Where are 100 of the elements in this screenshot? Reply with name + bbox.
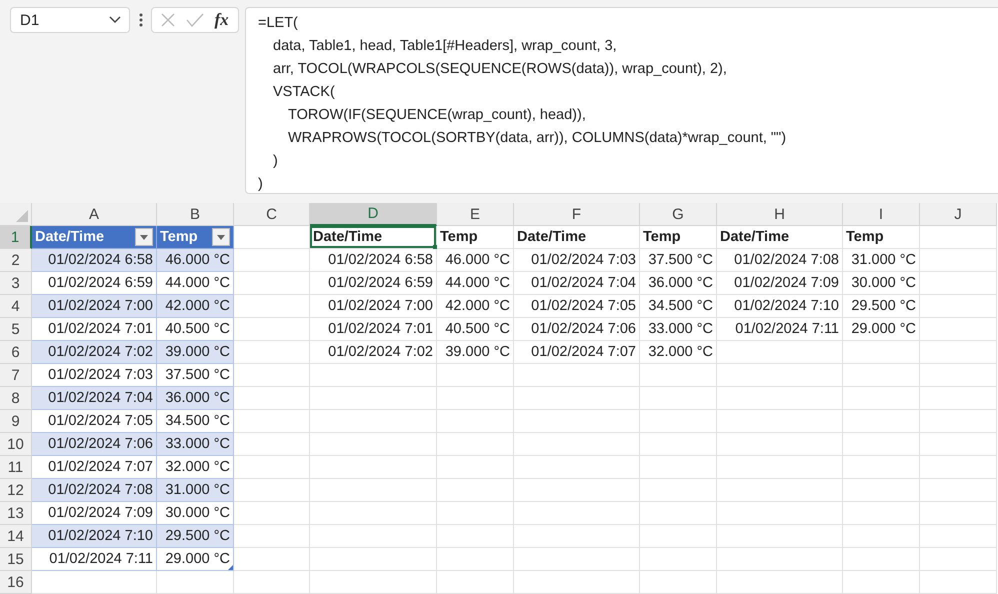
spill-cell: 34.500 °C xyxy=(640,295,717,318)
row-header[interactable]: 12 xyxy=(0,479,32,502)
header-cell: Date/Time xyxy=(514,226,640,249)
row-header[interactable]: 3 xyxy=(0,272,32,295)
spill-cell: 01/02/2024 7:10 xyxy=(717,295,843,318)
name-box[interactable]: D1 xyxy=(10,7,130,33)
spill-cell: 44.000 °C xyxy=(437,272,514,295)
spill-cell: 01/02/2024 6:58 xyxy=(310,249,437,272)
table-cell: 46.000 °C xyxy=(157,249,234,272)
column-header[interactable]: D xyxy=(310,203,437,226)
header-label: Date/Time xyxy=(35,229,104,245)
spill-cell: 01/02/2024 6:59 xyxy=(310,272,437,295)
spill-cell: 01/02/2024 7:04 xyxy=(514,272,640,295)
row-header[interactable]: 5 xyxy=(0,318,32,341)
row-header[interactable]: 4 xyxy=(0,295,32,318)
table-cell: 01/02/2024 6:58 xyxy=(32,249,157,272)
table-cell: 36.000 °C xyxy=(157,387,234,410)
spill-cell: 01/02/2024 7:00 xyxy=(310,295,437,318)
formula-line: TOROW(IF(SEQUENCE(wrap_count), head)), xyxy=(288,106,587,125)
table-cell: 01/02/2024 7:00 xyxy=(32,295,157,318)
column-header[interactable]: I xyxy=(843,203,920,226)
table-cell: 01/02/2024 6:59 xyxy=(32,272,157,295)
column-header[interactable]: B xyxy=(157,203,234,226)
row-header[interactable]: 14 xyxy=(0,525,32,548)
table-cell: 34.500 °C xyxy=(157,410,234,433)
column-header[interactable]: J xyxy=(920,203,997,226)
formula-line: WRAPROWS(TOCOL(SORTBY(data, arr)), COLUMNS(data)*wrap_count, "") xyxy=(288,129,788,148)
table-cell: 42.000 °C xyxy=(157,295,234,318)
spill-cell: 29.500 °C xyxy=(843,295,920,318)
table-cell: 01/02/2024 7:10 xyxy=(32,525,157,548)
dropdown-arrow-icon xyxy=(140,234,148,240)
row-header[interactable]: 6 xyxy=(0,341,32,364)
row-header[interactable]: 10 xyxy=(0,433,32,456)
row-header[interactable]: 7 xyxy=(0,364,32,387)
spill-cell: 01/02/2024 7:09 xyxy=(717,272,843,295)
row-header[interactable]: 13 xyxy=(0,502,32,525)
column-header[interactable]: C xyxy=(234,203,310,226)
table-cell: 37.500 °C xyxy=(157,364,234,387)
spill-cell: 40.500 °C xyxy=(437,318,514,341)
spill-cell: 29.000 °C xyxy=(843,318,920,341)
spill-cell: 01/02/2024 7:05 xyxy=(514,295,640,318)
header-cell: Date/Time xyxy=(717,226,843,249)
row-header[interactable]: 1 xyxy=(0,226,32,249)
cell-reference: D1 xyxy=(20,12,40,28)
formula-bar[interactable] xyxy=(245,7,998,194)
spill-cell: 39.000 °C xyxy=(437,341,514,364)
spill-cell: 01/02/2024 7:11 xyxy=(717,318,843,341)
spill-cell: 01/02/2024 7:02 xyxy=(310,341,437,364)
column-header[interactable]: A xyxy=(32,203,157,226)
table-cell: 01/02/2024 7:04 xyxy=(32,387,157,410)
column-header[interactable]: G xyxy=(640,203,717,226)
spill-cell: 01/02/2024 7:07 xyxy=(514,341,640,364)
table-cell: 29.000 °C xyxy=(157,548,234,571)
spill-cell: 01/02/2024 7:08 xyxy=(717,249,843,272)
spill-cell: 32.000 °C xyxy=(640,341,717,364)
row-header[interactable]: 16 xyxy=(0,571,32,594)
corner-triangle-icon xyxy=(16,210,28,222)
table-cell: 32.000 °C xyxy=(157,456,234,479)
chevron-down-icon[interactable] xyxy=(109,16,121,24)
table-cell: 29.500 °C xyxy=(157,525,234,548)
formula-line: =LET( xyxy=(258,14,299,33)
table-cell: 44.000 °C xyxy=(157,272,234,295)
table-cell: 01/02/2024 7:01 xyxy=(32,318,157,341)
table-cell: 39.000 °C xyxy=(157,341,234,364)
filter-button[interactable] xyxy=(212,228,230,246)
insert-function-button[interactable]: fx xyxy=(214,10,229,30)
row-header[interactable]: 9 xyxy=(0,410,32,433)
row-header[interactable]: 15 xyxy=(0,548,32,571)
header-label: Temp xyxy=(160,229,198,245)
header-cell: Temp xyxy=(640,226,717,249)
table-cell: 01/02/2024 7:03 xyxy=(32,364,157,387)
dropdown-arrow-icon xyxy=(217,234,225,240)
row-header[interactable]: 11 xyxy=(0,456,32,479)
table-cell: 40.500 °C xyxy=(157,318,234,341)
table-cell: 30.000 °C xyxy=(157,502,234,525)
table-cell: 01/02/2024 7:08 xyxy=(32,479,157,502)
column-header[interactable]: H xyxy=(717,203,843,226)
table-cell: 01/02/2024 7:05 xyxy=(32,410,157,433)
table-cell: 01/02/2024 7:06 xyxy=(32,433,157,456)
spill-cell: 30.000 °C xyxy=(843,272,920,295)
spill-cell: 01/02/2024 7:01 xyxy=(310,318,437,341)
header-cell: Temp xyxy=(437,226,514,249)
column-header[interactable]: E xyxy=(437,203,514,226)
formula-line: ) xyxy=(273,152,279,171)
header-cell: Date/Time xyxy=(310,226,437,249)
formula-line: ) xyxy=(258,175,264,194)
spill-cell: 31.000 °C xyxy=(843,249,920,272)
table-cell: 33.000 °C xyxy=(157,433,234,456)
column-header[interactable]: F xyxy=(514,203,640,226)
formula-line: VSTACK( xyxy=(273,83,336,102)
row-header[interactable]: 2 xyxy=(0,249,32,272)
filter-button[interactable] xyxy=(135,228,153,246)
row-header[interactable]: 8 xyxy=(0,387,32,410)
more-options-icon[interactable] xyxy=(139,13,143,27)
spill-cell: 01/02/2024 7:03 xyxy=(514,249,640,272)
formula-line: arr, TOCOL(WRAPCOLS(SEQUENCE(ROWS(data)), wrap_count), 2), xyxy=(273,60,728,79)
table-cell: 01/02/2024 7:07 xyxy=(32,456,157,479)
spill-cell: 46.000 °C xyxy=(437,249,514,272)
table-cell: 01/02/2024 7:09 xyxy=(32,502,157,525)
spill-cell: 36.000 °C xyxy=(640,272,717,295)
